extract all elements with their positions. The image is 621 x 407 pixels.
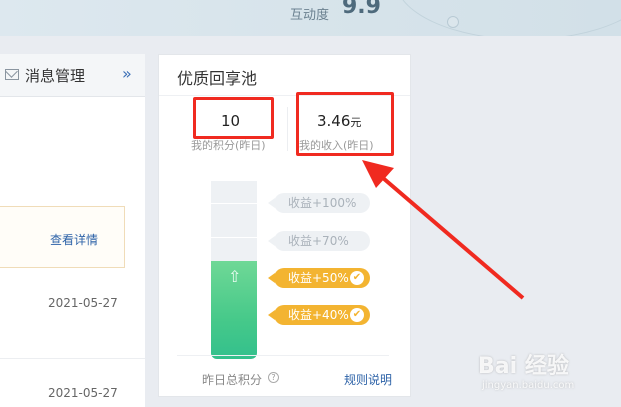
watermark-logo: Bai 经验: [478, 354, 569, 379]
annotation-arrow-shaft: [381, 176, 525, 300]
annotation-arrow: [362, 160, 525, 300]
watermark-url: jingyan.baidu.com: [482, 380, 575, 391]
